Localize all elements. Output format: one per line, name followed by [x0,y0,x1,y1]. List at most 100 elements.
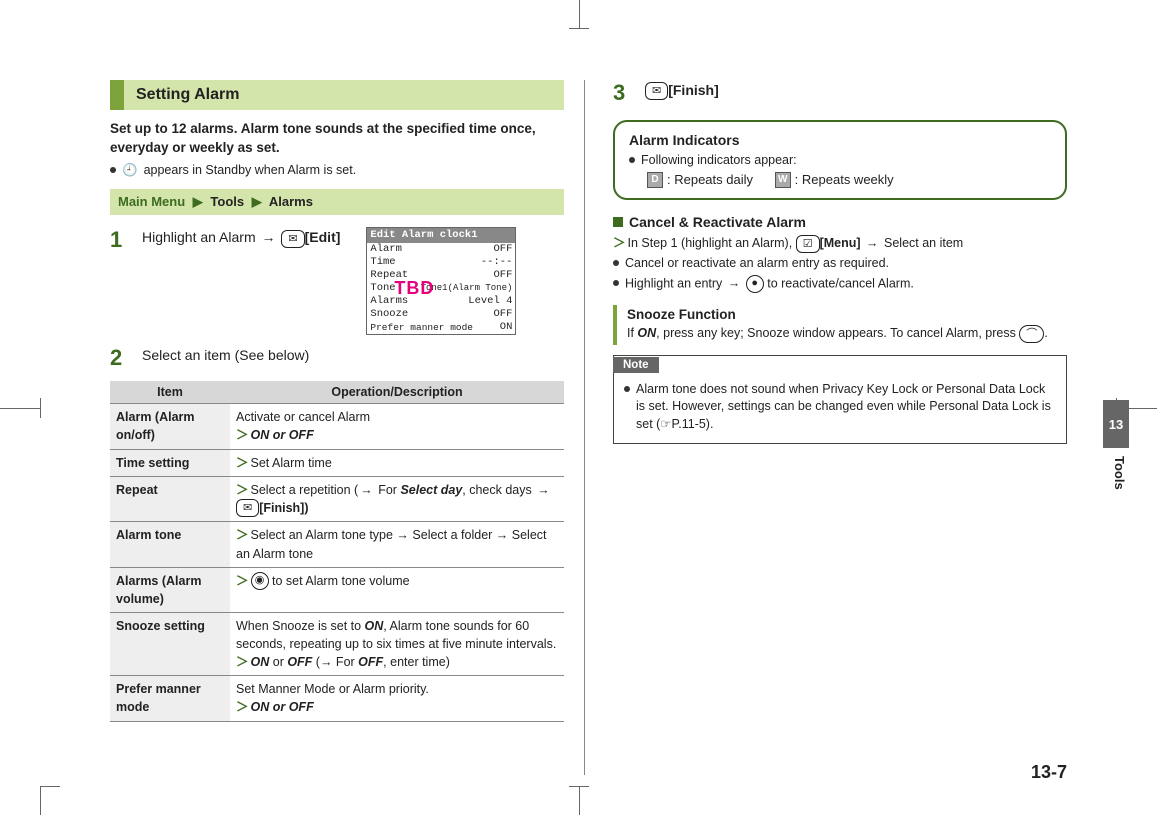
angle-icon: ＞ [236,655,251,669]
bullet-dot [629,157,635,163]
crop-mark [40,786,60,787]
step-number: 3 [613,80,635,106]
snooze-function-block: Snooze Function If ON, press any key; Sn… [613,305,1067,345]
end-key-icon: ⌒ [1019,325,1044,343]
step-2: 2 Select an item (See below) [110,345,564,371]
phone-screen: Edit Alarm clock1 AlarmOFF Time--:-- Rep… [366,227,516,335]
step-number: 2 [110,345,132,371]
note-box: Note Alarm tone does not sound when Priv… [613,355,1067,445]
crop-mark [40,787,41,815]
menu-key-icon: ☑ [796,235,820,253]
phone-row: Time--:-- [367,256,515,269]
step-2-text: Select an item (See below) [142,345,564,371]
snooze-title: Snooze Function [627,307,1067,322]
alarm-indicators-callout: Alarm Indicators Following indicators ap… [613,120,1067,200]
phone-row: AlarmOFF [367,243,515,256]
page-number: 13-7 [1031,762,1067,783]
bullet-dot [110,167,116,173]
item-label: Repeat [110,476,230,522]
menu-l1: Tools [210,194,244,209]
menu-l2: Alarms [269,194,313,209]
arrow-icon: → [864,236,881,250]
repeat-weekly-icon: W [775,172,791,188]
menu-path: Main Menu ▶ Tools ▶ Alarms [110,189,564,215]
angle-icon: ＞ [236,428,251,442]
table-header-item: Item [110,381,230,404]
cancel-line-3: Highlight an entry → ● to reactivate/can… [613,275,1067,293]
callout-title: Alarm Indicators [629,132,1051,148]
section-heading: Setting Alarm [110,80,564,110]
item-desc: When Snooze is set to ON, Alarm tone sou… [230,612,564,675]
step-1-text: Highlight an Alarm [142,229,256,245]
nav-key-icon: ◉ [251,572,269,590]
item-desc: ＞Set Alarm time [230,449,564,476]
arrow-icon: → [260,229,278,245]
step-3-action: [Finish] [668,82,719,98]
step-1-text-block: Highlight an Alarm → ✉[Edit] [142,227,340,248]
standby-note-text: appears in Standby when Alarm is set. [144,162,357,180]
angle-icon: ＞ [236,574,251,588]
step-body: ✉[Finish] [645,80,1067,106]
table-row: Alarms (Alarm volume) ＞◉ to set Alarm to… [110,567,564,612]
angle-icon: ＞ [236,483,251,497]
item-label: Snooze setting [110,612,230,675]
mail-key-icon: ✉ [645,82,668,100]
table-row: Alarm (Alarm on/off) Activate or cancel … [110,404,564,449]
step-number: 1 [110,227,132,335]
items-table: Item Operation/Description Alarm (Alarm … [110,381,564,721]
table-row: Snooze setting When Snooze is set to ON,… [110,612,564,675]
step-1-action: [Edit] [305,229,341,245]
chapter-tab: 13 [1103,400,1129,448]
item-label: Prefer manner mode [110,676,230,721]
cancel-reactivate-heading: Cancel & Reactivate Alarm [613,214,1067,230]
right-column: 3 ✉[Finish] Alarm Indicators Following i… [609,80,1067,775]
item-label: Alarm tone [110,522,230,567]
item-desc: ＞◉ to set Alarm tone volume [230,567,564,612]
arrow-icon: → [726,276,743,290]
table-header-desc: Operation/Description [230,381,564,404]
crop-mark [569,786,589,787]
phone-row: ToneTone1(Alarm Tone) [367,282,515,295]
angle-icon: ＞ [236,700,251,714]
item-desc: ＞Select a repetition (→ For Select day, … [230,476,564,522]
menu-sep-icon: ▶ [248,194,266,209]
step-3: 3 ✉[Finish] [613,80,1067,106]
item-label: Time setting [110,449,230,476]
heading-accent [110,80,124,110]
square-bullet-icon [613,217,623,227]
crop-mark [579,787,580,815]
intro-text: Set up to 12 alarms. Alarm tone sounds a… [110,120,564,158]
angle-icon: ＞ [236,528,251,542]
phone-row: SnoozeOFF [367,308,515,321]
crop-mark [569,28,589,29]
phone-screenshot: Edit Alarm clock1 AlarmOFF Time--:-- Rep… [354,227,516,335]
alarm-icon: 🕘 [122,162,138,180]
step-body: Highlight an Alarm → ✉[Edit] Edit Alarm … [142,227,564,335]
crop-mark [40,398,41,418]
repeat-daily-icon: D [647,172,663,188]
callout-lead: Following indicators appear: [629,152,1051,170]
cancel-line-2: Cancel or reactivate an alarm entry as r… [613,255,1067,273]
chapter-label: Tools [1112,456,1127,490]
table-row: Time setting ＞Set Alarm time [110,449,564,476]
angle-icon: ＞ [613,236,628,250]
cancel-body: ＞In Step 1 (highlight an Alarm), ☑[Menu]… [613,234,1067,293]
standby-note: 🕘 appears in Standby when Alarm is set. [110,162,564,180]
item-desc: Set Manner Mode or Alarm priority. ＞ON o… [230,676,564,721]
phone-title: Edit Alarm clock1 [367,228,515,243]
phone-row: AlarmsLevel 4 [367,295,515,308]
item-label: Alarm (Alarm on/off) [110,404,230,449]
snooze-body: If ON, press any key; Snooze window appe… [627,324,1067,343]
item-desc: Activate or cancel Alarm ＞ON or OFF [230,404,564,449]
menu-root: Main Menu [118,194,185,209]
heading-title: Setting Alarm [124,80,564,110]
phone-row: RepeatOFF [367,269,515,282]
center-key-icon: ● [746,275,764,293]
bullet-dot [613,280,619,286]
table-row: Repeat ＞Select a repetition (→ For Selec… [110,476,564,522]
note-body: Alarm tone does not sound when Privacy K… [614,373,1066,444]
menu-sep-icon: ▶ [189,194,207,209]
item-desc: ＞Select an Alarm tone type → Select a fo… [230,522,564,567]
table-row: Alarm tone ＞Select an Alarm tone type → … [110,522,564,567]
item-label: Alarms (Alarm volume) [110,567,230,612]
